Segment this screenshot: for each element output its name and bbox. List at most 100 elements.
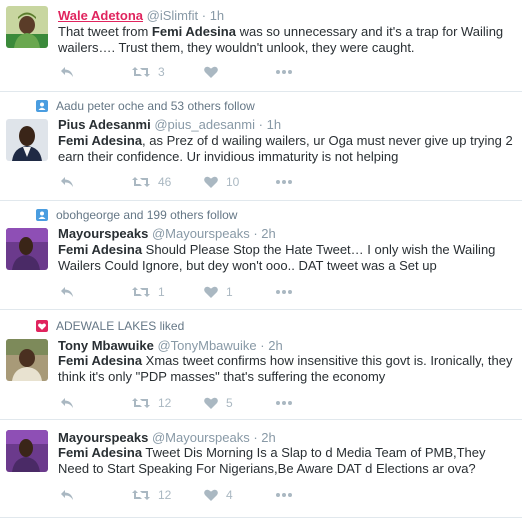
separator-dot: · — [260, 338, 265, 353]
user-handle[interactable]: @Mayourspeaks — [152, 226, 250, 241]
retweet-count: 12 — [158, 488, 172, 502]
reply-button[interactable] — [60, 62, 74, 82]
user-handle[interactable]: @TonyMbawuike — [157, 338, 256, 353]
follow-context-icon — [36, 209, 48, 221]
tweet-item[interactable]: Aadu peter oche and 53 others follow Piu… — [0, 92, 522, 201]
retweet-button[interactable]: 3 — [132, 62, 165, 82]
tweet-item[interactable]: Mayourspeaks @Mayourspeaks · 2h Femi Ade… — [0, 420, 522, 518]
tweet-header: Mayourspeaks @Mayourspeaks · 2h — [58, 226, 276, 241]
reply-button[interactable] — [60, 485, 74, 505]
like-count: 5 — [226, 396, 233, 410]
reply-icon — [61, 177, 73, 187]
retweet-button[interactable]: 12 — [132, 393, 171, 413]
tweet-text: Femi Adesina, as Prez of d wailing waile… — [58, 133, 516, 165]
retweet-icon — [132, 177, 150, 187]
avatar[interactable] — [6, 6, 48, 48]
user-handle[interactable]: @iSlimfit — [147, 8, 198, 23]
more-icon — [276, 180, 292, 184]
tweet-timestamp[interactable]: 2h — [261, 226, 275, 241]
avatar[interactable] — [6, 430, 48, 472]
mention-link[interactable]: Femi Adesina — [152, 24, 236, 39]
tweet-item[interactable]: obohgeorge and 199 others follow Mayours… — [0, 201, 522, 310]
avatar[interactable] — [6, 119, 48, 161]
like-button[interactable]: 4 — [204, 485, 233, 505]
tweet-text: Femi Adesina Xmas tweet confirms how ins… — [58, 353, 516, 385]
reply-button[interactable] — [60, 282, 74, 302]
avatar[interactable] — [6, 339, 48, 381]
follow-context-icon — [36, 100, 48, 112]
more-icon — [276, 493, 292, 497]
more-button[interactable] — [276, 282, 292, 302]
like-count: 4 — [226, 488, 233, 502]
social-context[interactable]: Aadu peter oche and 53 others follow — [36, 98, 255, 114]
reply-button[interactable] — [60, 393, 74, 413]
user-name[interactable]: Tony Mbawuike — [58, 338, 154, 353]
reply-icon — [61, 287, 73, 297]
more-icon — [276, 70, 292, 74]
retweet-button[interactable]: 12 — [132, 485, 171, 505]
retweet-count: 12 — [158, 396, 172, 410]
social-context[interactable]: obohgeorge and 199 others follow — [36, 207, 237, 223]
tweet-actions: 12 5 — [58, 393, 308, 413]
retweet-count: 46 — [158, 175, 172, 189]
more-button[interactable] — [276, 393, 292, 413]
tweet-item[interactable]: Wale Adetona @iSlimfit · 1h That tweet f… — [0, 0, 522, 92]
more-button[interactable] — [276, 62, 292, 82]
heart-icon — [204, 286, 218, 298]
like-button[interactable]: 1 — [204, 282, 233, 302]
retweet-icon — [132, 398, 150, 408]
tweet-header: Tony Mbawuike @TonyMbawuike · 2h — [58, 338, 283, 353]
user-name[interactable]: Mayourspeaks — [58, 226, 148, 241]
retweet-count: 1 — [158, 285, 165, 299]
user-name[interactable]: Wale Adetona — [58, 8, 143, 23]
more-button[interactable] — [276, 172, 292, 192]
tweet-timestamp[interactable]: 1h — [267, 117, 281, 132]
heart-icon — [204, 489, 218, 501]
separator-dot: · — [201, 8, 207, 23]
social-context[interactable]: ADEWALE LAKES liked — [36, 318, 184, 334]
tweet-timestamp[interactable]: 2h — [261, 430, 275, 445]
mention-link[interactable]: Femi Adesina — [58, 445, 142, 460]
reply-icon — [61, 67, 73, 77]
tweet-text-prefix: That tweet from — [58, 24, 152, 39]
tweet-text: That tweet from Femi Adesina was so unne… — [58, 24, 516, 56]
retweet-icon — [132, 67, 150, 77]
separator-dot: · — [253, 430, 258, 445]
separator-dot: · — [253, 226, 258, 241]
heart-icon — [204, 397, 218, 409]
tweet-text: Femi Adesina Should Please Stop the Hate… — [58, 242, 516, 274]
social-context-label: Aadu peter oche and 53 others follow — [56, 99, 255, 113]
reply-button[interactable] — [60, 172, 74, 192]
avatar[interactable] — [6, 228, 48, 270]
like-button[interactable]: 10 — [204, 172, 239, 192]
user-handle[interactable]: @Mayourspeaks — [152, 430, 250, 445]
like-button[interactable]: 5 — [204, 393, 233, 413]
mention-link[interactable]: Femi Adesina — [58, 133, 142, 148]
more-button[interactable] — [276, 485, 292, 505]
tweet-feed: Wale Adetona @iSlimfit · 1h That tweet f… — [0, 0, 522, 518]
tweet-header: Pius Adesanmi @pius_adesanmi · 1h — [58, 117, 281, 132]
user-name[interactable]: Mayourspeaks — [58, 430, 148, 445]
retweet-icon — [132, 287, 150, 297]
retweet-button[interactable]: 46 — [132, 172, 171, 192]
like-count: 10 — [226, 175, 240, 189]
tweet-header: Wale Adetona @iSlimfit · 1h — [58, 8, 224, 23]
social-context-label: ADEWALE LAKES liked — [56, 319, 185, 333]
retweet-count: 3 — [158, 65, 165, 79]
tweet-actions: 46 10 — [58, 172, 308, 192]
tweet-actions: 12 4 — [58, 485, 308, 505]
social-context-label: obohgeorge and 199 others follow — [56, 208, 238, 222]
retweet-button[interactable]: 1 — [132, 282, 165, 302]
like-button[interactable] — [204, 62, 226, 82]
mention-link[interactable]: Femi Adesina — [58, 353, 142, 368]
tweet-header: Mayourspeaks @Mayourspeaks · 2h — [58, 430, 276, 445]
tweet-timestamp[interactable]: 1h — [210, 8, 224, 23]
tweet-item[interactable]: ADEWALE LAKES liked Tony Mbawuike @TonyM… — [0, 310, 522, 420]
user-name[interactable]: Pius Adesanmi — [58, 117, 151, 132]
mention-link[interactable]: Femi Adesina — [58, 242, 142, 257]
like-count: 1 — [226, 285, 233, 299]
separator-dot: · — [258, 117, 263, 132]
tweet-timestamp[interactable]: 2h — [268, 338, 282, 353]
reply-icon — [61, 398, 73, 408]
user-handle[interactable]: @pius_adesanmi — [154, 117, 255, 132]
